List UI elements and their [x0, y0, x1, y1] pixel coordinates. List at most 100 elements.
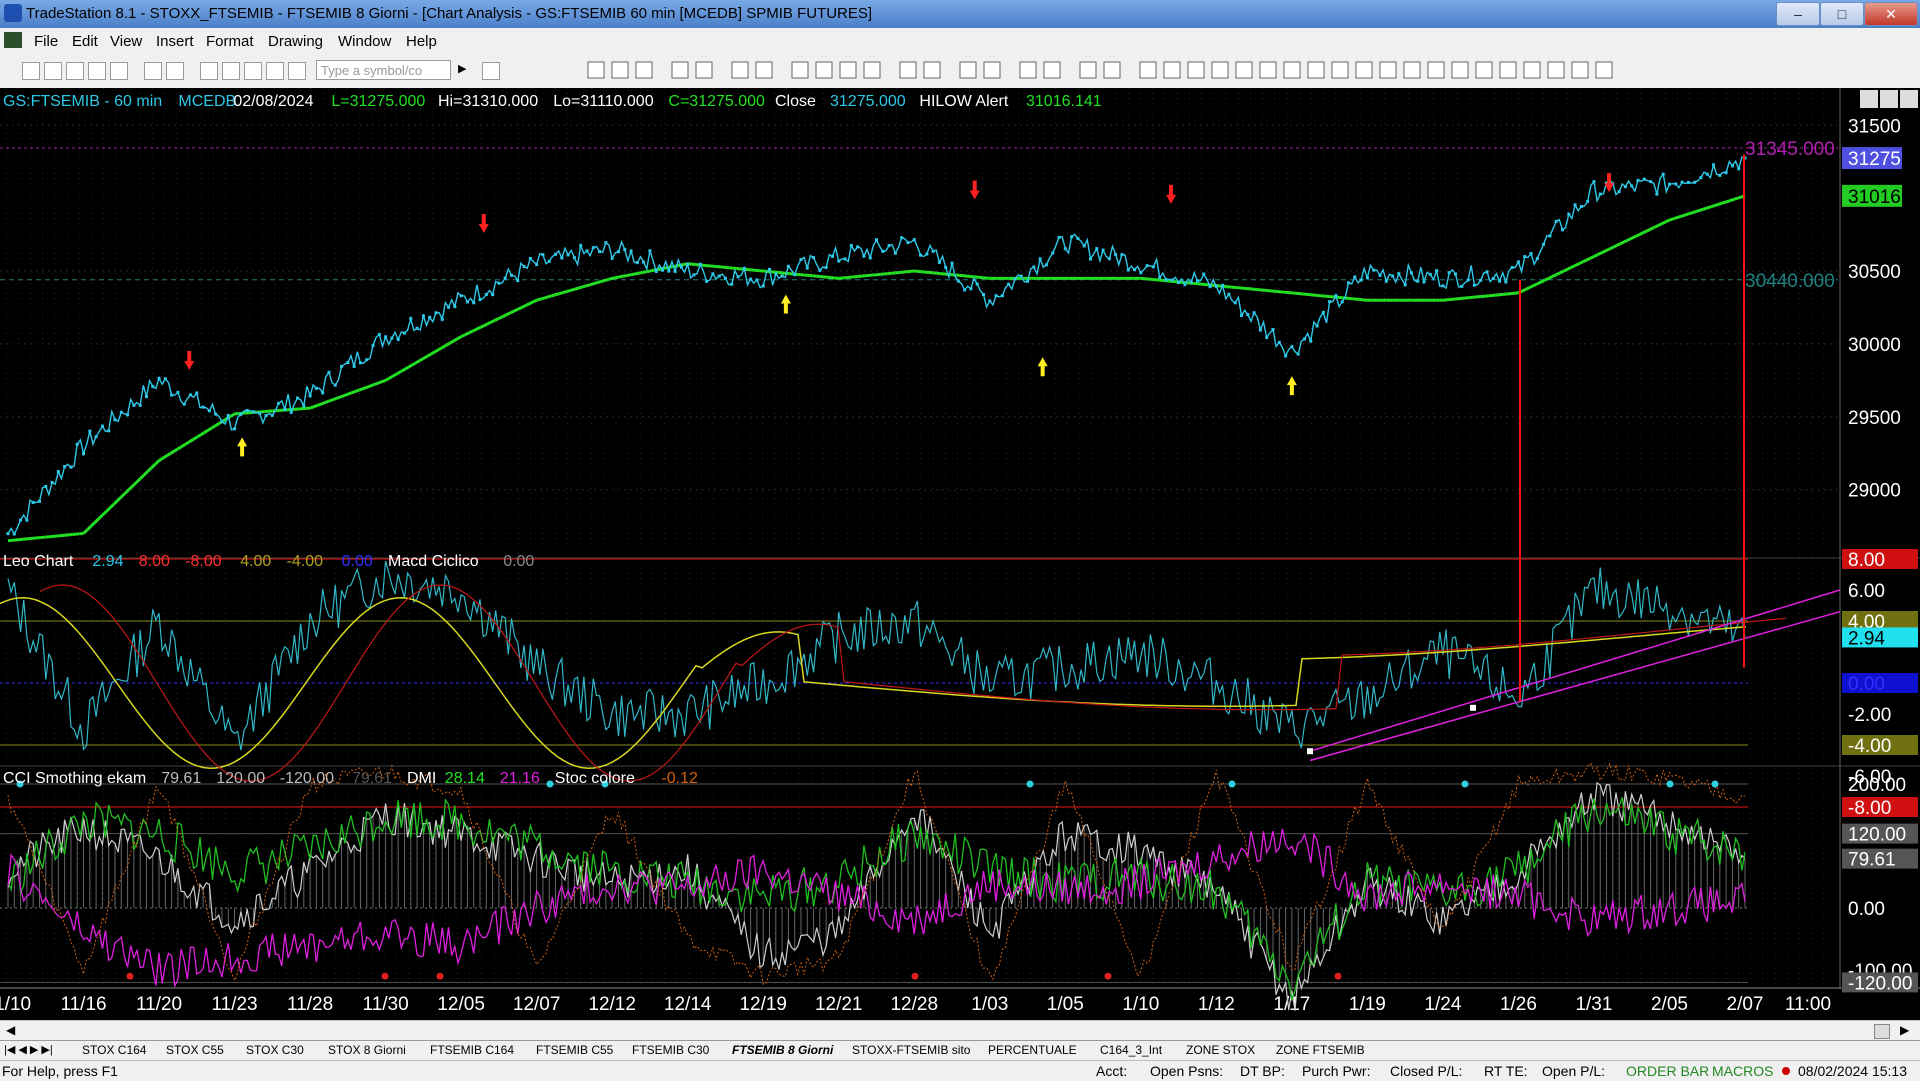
price-bar [422, 314, 425, 317]
moving-average-segment [106, 508, 110, 512]
tab-ftsemib-8-giorni[interactable]: FTSEMIB 8 Giorni [732, 1043, 833, 1057]
tab-zone-stox[interactable]: ZONE STOX [1186, 1043, 1255, 1057]
tab-stox-c164[interactable]: STOX C164 [82, 1043, 146, 1057]
price-bar [1511, 266, 1514, 269]
menu-window[interactable]: Window [338, 33, 391, 50]
toolbar-icons-strip[interactable] [580, 58, 1780, 84]
menu-edit[interactable]: Edit [72, 33, 98, 50]
horizontal-scrollbar[interactable]: ◀ ▶ [0, 1020, 1920, 1041]
moving-average-segment [1696, 210, 1700, 211]
moving-average-segment [389, 376, 393, 378]
moving-average-segment [567, 290, 571, 291]
price-bar [1297, 353, 1300, 356]
tab-ftsemib-c30[interactable]: FTSEMIB C30 [632, 1043, 709, 1057]
moving-average-segment [348, 393, 352, 394]
price-bar [1007, 283, 1010, 286]
print-icon[interactable] [166, 62, 184, 80]
moving-average-segment [397, 372, 401, 374]
price-bar [25, 519, 28, 522]
tools-icon[interactable] [266, 62, 284, 80]
menu-drawing[interactable]: Drawing [268, 33, 323, 50]
osc-header-field: 8.00 [139, 553, 170, 570]
osc-header-field: 4.00 [240, 553, 271, 570]
maximize-button[interactable]: □ [1820, 2, 1864, 26]
price-bar [1473, 284, 1476, 287]
price-bar [925, 253, 928, 256]
price-bar [567, 253, 570, 256]
chart-svg[interactable]: 11/1011/1611/2011/2311/2811/3012/0512/07… [0, 88, 1920, 1023]
moving-average-segment [499, 317, 503, 319]
price-bar [1416, 280, 1419, 283]
moving-average-segment [624, 275, 628, 276]
price-bar [844, 257, 847, 260]
macros-button[interactable]: MACROS [1712, 1063, 1773, 1079]
moving-average-segment [491, 320, 495, 322]
folder-icon[interactable] [110, 62, 128, 80]
moving-average-segment [601, 281, 605, 282]
order-bar-button[interactable]: ORDER BAR [1626, 1063, 1709, 1079]
price-bar [579, 244, 582, 247]
osc-header-field: 0.00 [342, 553, 373, 570]
inner-close-icon [1900, 90, 1918, 108]
menu-insert[interactable]: Insert [156, 33, 194, 50]
tab-c164-3-int[interactable]: C164_3_Int [1100, 1043, 1162, 1057]
price-bar [1460, 285, 1463, 288]
scroll-thumb[interactable] [1874, 1024, 1890, 1039]
alert-tag: 31016 [1848, 187, 1901, 208]
moving-average-segment [1552, 275, 1556, 277]
moving-average-segment [1734, 198, 1738, 199]
menu-view[interactable]: View [110, 33, 142, 50]
cci-axis-label: 0.00 [1848, 899, 1885, 920]
price-bar [390, 337, 393, 340]
window-icon[interactable] [200, 62, 218, 80]
copy-icon[interactable] [66, 62, 84, 80]
find-icon[interactable] [482, 62, 500, 80]
tab-stox-c30[interactable]: STOX C30 [246, 1043, 304, 1057]
play-icon[interactable]: ▶ [458, 62, 474, 78]
price-bar [1599, 193, 1602, 196]
open-icon[interactable] [44, 62, 62, 80]
globe-icon[interactable] [288, 62, 306, 80]
tab-percentuale[interactable]: PERCENTUALE [988, 1043, 1077, 1057]
tab-ftsemib-c55[interactable]: FTSEMIB C55 [536, 1043, 613, 1057]
tab-stox-8-giorni[interactable]: STOX 8 Giorni [328, 1043, 406, 1057]
tab-zone-ftsemib[interactable]: ZONE FTSEMIB [1276, 1043, 1365, 1057]
price-bar [466, 300, 469, 303]
price-bar [1423, 280, 1426, 283]
price-bar [302, 404, 305, 407]
lock-icon[interactable] [244, 62, 262, 80]
scroll-right-icon[interactable]: ▶ [1900, 1023, 1909, 1037]
osc-header-field: 2.94 [92, 553, 123, 570]
chart-window-icon[interactable] [4, 32, 22, 48]
moving-average-segment [488, 322, 492, 324]
price-bar [1498, 280, 1501, 283]
moving-average-segment [533, 300, 537, 302]
price-bar [812, 256, 815, 259]
window2-icon[interactable] [222, 62, 240, 80]
new-icon[interactable] [22, 62, 40, 80]
sell-arrow-icon [479, 214, 489, 233]
close-button[interactable]: ✕ [1864, 2, 1918, 26]
moving-average-segment [95, 519, 99, 523]
tab-stox-c55[interactable]: STOX C55 [166, 1043, 224, 1057]
chart-header-field: Hi=31310.000 [438, 93, 538, 110]
status-open-pl: Open P/L: [1542, 1063, 1605, 1079]
tab-ftsemib-c164[interactable]: FTSEMIB C164 [430, 1043, 514, 1057]
price-bar [132, 404, 135, 407]
moving-average-segment [1635, 235, 1639, 237]
chart-area[interactable]: 11/1011/1611/2011/2311/2811/3012/0512/07… [0, 88, 1920, 1023]
save-icon[interactable] [144, 62, 162, 80]
symbol-input[interactable]: Type a symbol/co [316, 60, 451, 80]
minimize-button[interactable]: – [1776, 2, 1820, 26]
menu-help[interactable]: Help [406, 33, 437, 50]
price-bar [460, 294, 463, 297]
scroll-left-icon[interactable]: ◀ [6, 1023, 15, 1037]
tab-nav-icons[interactable]: |◀ ◀ ▶ ▶| [4, 1043, 53, 1056]
menu-format[interactable]: Format [206, 33, 254, 50]
menu-file[interactable]: File [34, 33, 58, 50]
price-bar [416, 327, 419, 330]
price-bar [1693, 181, 1696, 184]
tab-stoxx-ftsemib-sito[interactable]: STOXX-FTSEMIB sito [852, 1043, 970, 1057]
workspace-icon[interactable] [88, 62, 106, 80]
moving-average-segment [1654, 226, 1658, 228]
